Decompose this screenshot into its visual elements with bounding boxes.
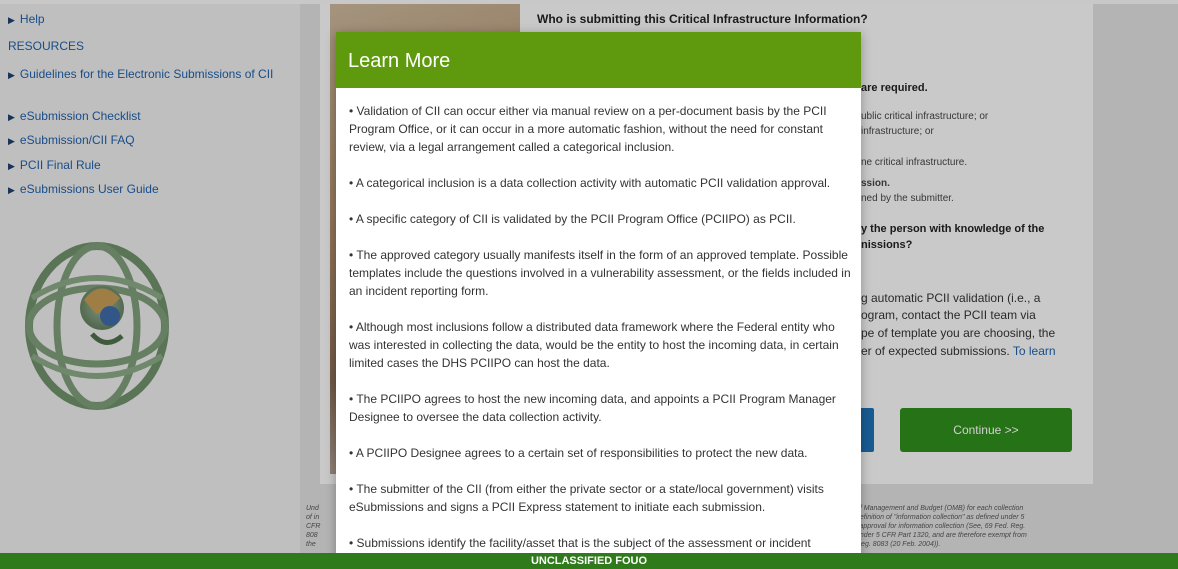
modal-body[interactable]: • Validation of CII can occur either via… [349,102,854,562]
modal-paragraph: • A specific category of CII is validate… [349,212,796,226]
modal-paragraph: • The approved category usually manifest… [349,248,851,298]
modal-paragraph: • The submitter of the CII (from either … [349,482,824,514]
modal-paragraph: • Validation of CII can occur either via… [349,104,827,154]
modal-paragraph: • A categorical inclusion is a data coll… [349,176,831,190]
modal-paragraph: • A PCIIPO Designee agrees to a certain … [349,446,808,460]
modal-paragraph: • Although most inclusions follow a dist… [349,320,839,370]
learn-more-modal: Learn More • Validation of CII can occur… [336,32,861,562]
modal-title: Learn More [348,50,451,72]
modal-paragraph: • The PCIIPO agrees to host the new inco… [349,392,836,424]
modal-header: Learn More [336,32,861,88]
modal-paragraph: • Submissions identify the facility/asse… [349,536,811,550]
classification-banner: UNCLASSIFIED FOUO [0,553,1178,569]
